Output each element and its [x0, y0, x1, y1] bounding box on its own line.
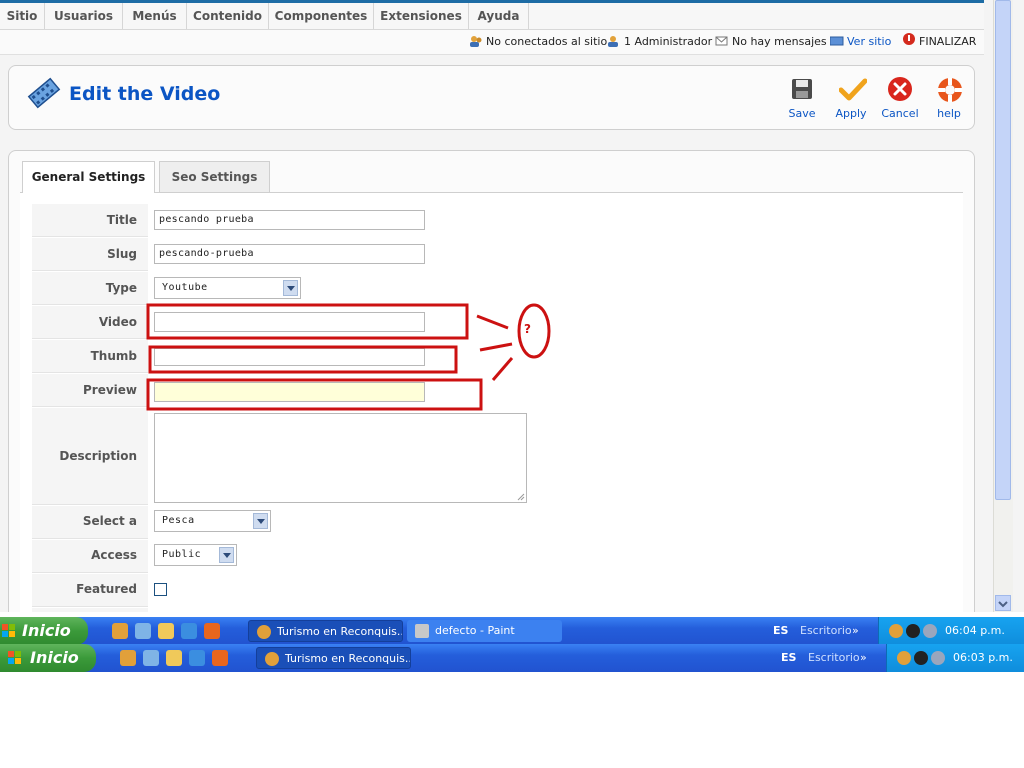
desktop-toolbar-label[interactable]: Escritorio — [800, 617, 852, 645]
admin-user-icon — [607, 32, 621, 47]
start-button[interactable]: Inicio — [0, 617, 88, 645]
red-annotation-overlay — [146, 303, 551, 411]
paint-icon — [415, 624, 429, 638]
start-button[interactable]: Inicio — [0, 644, 96, 672]
view-site-link[interactable]: Ver sitio — [829, 30, 891, 54]
chrome-tray-icon[interactable] — [889, 624, 903, 638]
logout-icon — [902, 32, 916, 45]
show-desktop-icon[interactable] — [166, 650, 182, 666]
messages-status[interactable]: No hay mensajes — [715, 30, 827, 54]
firefox-icon[interactable] — [212, 650, 228, 666]
media-tray-icon[interactable] — [914, 651, 928, 665]
internet-explorer-icon[interactable] — [181, 623, 197, 639]
scrollbar-thumb[interactable] — [995, 0, 1011, 500]
floppy-icon — [792, 79, 812, 99]
monitor-icon — [829, 32, 844, 46]
language-indicator[interactable]: ES — [781, 644, 796, 672]
desktop-toolbar-label[interactable]: Escritorio — [808, 644, 860, 672]
taskbar-bottom: Inicio Turismo en Reconquis... ES Escrit… — [0, 644, 1024, 672]
envelope-icon — [715, 32, 729, 46]
system-tray: 06:03 p.m. — [886, 644, 1024, 672]
chrome-icon[interactable] — [112, 623, 128, 639]
taskbar-window-paint[interactable]: defecto - Paint — [407, 620, 562, 642]
logout-link[interactable]: FINALIZAR — [902, 30, 976, 54]
browser-viewport: Sitio Usuarios Menús Contenido Component… — [0, 0, 1024, 612]
firefox-icon[interactable] — [204, 623, 220, 639]
save-button[interactable]: Save — [779, 75, 825, 123]
chrome-icon[interactable] — [120, 650, 136, 666]
clock[interactable]: 06:03 p.m. — [953, 644, 1013, 672]
system-tray: 06:04 p.m. — [878, 617, 1024, 645]
question-mark: ? — [524, 322, 531, 336]
preview-highlight-box — [146, 378, 483, 411]
admins-status: 1 Administrador — [607, 30, 712, 54]
chevron-down-icon — [998, 601, 1008, 608]
windows-flag-icon — [8, 651, 21, 664]
cancel-button[interactable]: Cancel — [877, 75, 923, 123]
chevron-right-icon[interactable]: » — [852, 617, 859, 645]
internet-explorer-icon[interactable] — [189, 650, 205, 666]
scroll-down-button[interactable] — [995, 595, 1011, 611]
arrow-stroke-thumb — [479, 342, 513, 352]
clock[interactable]: 06:04 p.m. — [945, 617, 1005, 645]
taskbar-window-chrome[interactable]: Turismo en Reconquis... — [248, 620, 403, 642]
vertical-scrollbar[interactable] — [993, 0, 1013, 612]
chrome-tray-icon[interactable] — [897, 651, 911, 665]
chevron-right-icon[interactable]: » — [860, 644, 867, 672]
lifebuoy-icon — [938, 78, 962, 102]
windows-flag-icon — [2, 624, 15, 637]
outlook-icon[interactable] — [143, 650, 159, 666]
volume-tray-icon[interactable] — [931, 651, 945, 665]
arrow-stroke-video — [476, 314, 509, 330]
volume-tray-icon[interactable] — [923, 624, 937, 638]
chrome-icon — [257, 625, 271, 639]
taskbar-top: Inicio Turismo en Reconquis... defecto -… — [0, 617, 1024, 645]
close-circle-icon — [888, 77, 912, 101]
help-button[interactable]: help — [926, 75, 972, 123]
video-highlight-box — [146, 303, 469, 340]
thumb-highlight-box — [148, 345, 458, 374]
language-indicator[interactable]: ES — [773, 617, 788, 645]
chrome-icon — [265, 652, 279, 666]
taskbar-window-chrome[interactable]: Turismo en Reconquis... — [256, 647, 411, 669]
checkmark-icon — [839, 78, 867, 101]
arrow-stroke-preview — [491, 357, 514, 381]
outlook-icon[interactable] — [135, 623, 151, 639]
show-desktop-icon[interactable] — [158, 623, 174, 639]
media-tray-icon[interactable] — [906, 624, 920, 638]
apply-button[interactable]: Apply — [828, 75, 874, 123]
